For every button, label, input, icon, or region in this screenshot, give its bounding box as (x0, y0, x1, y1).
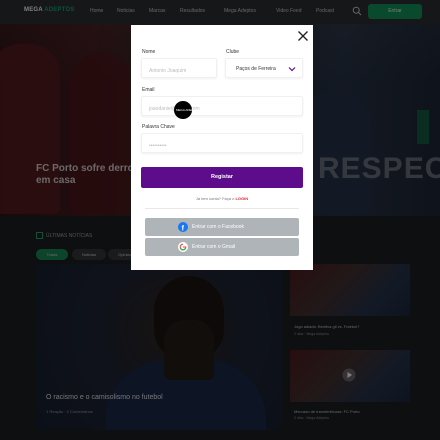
cursor-badge-text: MEGA ADEPTOS (176, 108, 200, 112)
chevron-down-icon (288, 67, 296, 72)
login-prompt-text: Já tem conta? Faça o (195, 196, 236, 201)
password-input[interactable] (142, 137, 302, 155)
club-label: Clube (226, 49, 240, 55)
facebook-login-label: Entrar com o Facebook (192, 224, 244, 230)
cursor-badge: MEGA ADEPTOS (174, 101, 200, 119)
gmail-login-button[interactable]: Entrar com o Gmail (145, 238, 299, 256)
facebook-icon: f (178, 222, 188, 232)
facebook-login-button[interactable]: f Entrar com o Facebook (145, 218, 299, 236)
password-label: Palavra Chave (142, 124, 175, 130)
login-prompt: Já tem conta? Faça o LOGIN (131, 196, 313, 201)
email-label: Email (142, 87, 155, 93)
register-button[interactable]: Registar (141, 167, 303, 188)
google-icon (178, 242, 188, 252)
divider (145, 208, 299, 209)
gmail-login-label: Entrar com o Gmail (192, 244, 236, 250)
signup-modal: Nome Clube Paços de Ferreira Email MEGA … (131, 25, 313, 270)
club-select[interactable]: Paços de Ferreira (225, 58, 303, 78)
email-input[interactable] (142, 100, 302, 118)
close-icon[interactable] (297, 30, 309, 42)
club-select-value: Paços de Ferreira (236, 66, 276, 72)
login-link[interactable]: LOGIN (235, 196, 248, 201)
name-input[interactable] (142, 62, 216, 80)
email-field[interactable] (141, 96, 303, 118)
password-field[interactable] (141, 133, 303, 155)
name-label: Nome (142, 49, 156, 55)
name-field[interactable] (141, 58, 217, 80)
